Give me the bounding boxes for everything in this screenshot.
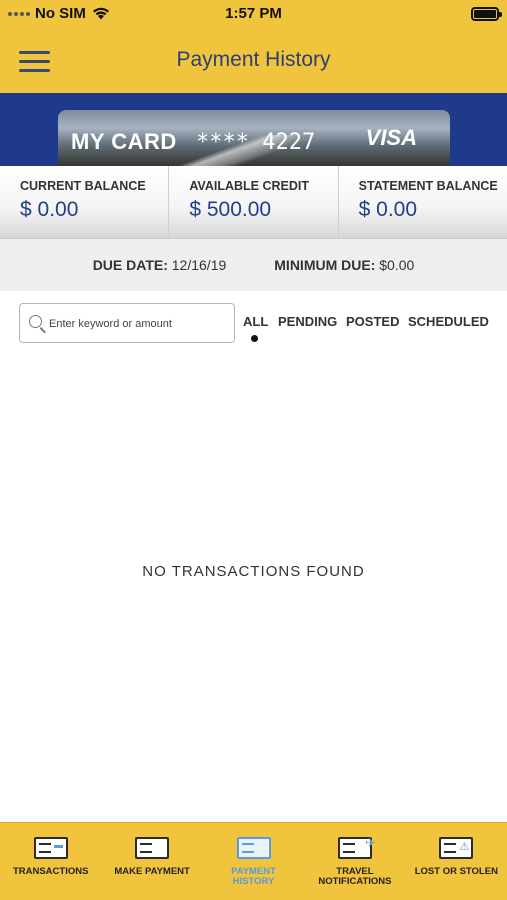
- balance-value: $ 0.00: [20, 198, 79, 221]
- balance-value: $ 500.00: [189, 198, 272, 221]
- tab-label: TRAVEL NOTIFICATIONS: [318, 866, 392, 887]
- filter-pending[interactable]: PENDING: [278, 314, 337, 329]
- battery-icon: [471, 7, 502, 21]
- balance-label: CURRENT BALANCE: [20, 179, 146, 193]
- search-icon: [29, 315, 42, 328]
- search-input[interactable]: [49, 314, 229, 334]
- tab-make-payment[interactable]: MAKE PAYMENT: [101, 823, 202, 900]
- card-warning-icon: ⚠: [439, 837, 474, 859]
- card-label: MY CARD: [71, 129, 177, 154]
- card-arrow-icon: [33, 837, 68, 859]
- due-date-value: 12/16/19: [171, 257, 227, 273]
- tab-lost-or-stolen[interactable]: ⚠ LOST OR STOLEN: [406, 823, 507, 900]
- card-band: MY CARD **** 4227 VISA: [0, 93, 507, 166]
- balance-summary: CURRENT BALANCE $ 0.00 AVAILABLE CREDIT …: [0, 166, 507, 239]
- balance-label: STATEMENT BALANCE: [358, 179, 498, 193]
- minimum-due: MINIMUM DUE: $0.00: [274, 257, 414, 273]
- card-icon: [135, 837, 170, 859]
- tab-transactions[interactable]: TRANSACTIONS: [0, 823, 101, 900]
- tab-payment-history[interactable]: PAYMENT HISTORY: [203, 823, 304, 900]
- card-image[interactable]: MY CARD **** 4227 VISA: [58, 110, 450, 166]
- card-number: **** 4227: [196, 130, 316, 155]
- filter-all[interactable]: ALL: [243, 314, 268, 329]
- due-info: DUE DATE: 12/16/19 MINIMUM DUE: $0.00: [0, 239, 507, 291]
- card-brand-logo: VISA: [365, 125, 417, 150]
- due-date: DUE DATE: 12/16/19: [93, 257, 227, 273]
- selected-filter-indicator: [251, 335, 258, 342]
- card-plane-icon: ✈: [337, 835, 376, 859]
- balance-value: $ 0.00: [358, 198, 418, 221]
- tab-label: TRANSACTIONS: [12, 866, 89, 877]
- available-credit: AVAILABLE CREDIT $ 500.00: [168, 166, 337, 238]
- calendar-card-icon: [236, 837, 271, 859]
- page-title: Payment History: [176, 48, 331, 71]
- statement-balance: STATEMENT BALANCE $ 0.00: [337, 166, 507, 238]
- filter-posted[interactable]: POSTED: [346, 314, 399, 329]
- tab-label: MAKE PAYMENT: [114, 866, 190, 877]
- status-time: 1:57 PM: [225, 5, 282, 22]
- tab-label: LOST OR STOLEN: [414, 866, 498, 877]
- tab-bar: TRANSACTIONS MAKE PAYMENT PAYMENT HISTOR…: [0, 822, 507, 900]
- filter-scheduled[interactable]: SCHEDULED: [408, 314, 489, 329]
- current-balance: CURRENT BALANCE $ 0.00: [0, 166, 168, 238]
- minimum-due-value: $0.00: [379, 257, 415, 273]
- minimum-due-label: MINIMUM DUE:: [274, 257, 376, 273]
- tab-travel-notifications[interactable]: ✈ TRAVEL NOTIFICATIONS: [304, 823, 405, 900]
- tab-label: PAYMENT HISTORY: [231, 866, 276, 887]
- due-date-label: DUE DATE:: [92, 257, 168, 273]
- search-box: [19, 303, 235, 343]
- empty-state-message: NO TRANSACTIONS FOUND: [142, 563, 365, 580]
- status-bar: No SIM 1:57 PM: [0, 0, 507, 30]
- nav-bar: Payment History: [0, 30, 507, 93]
- balance-label: AVAILABLE CREDIT: [189, 179, 309, 193]
